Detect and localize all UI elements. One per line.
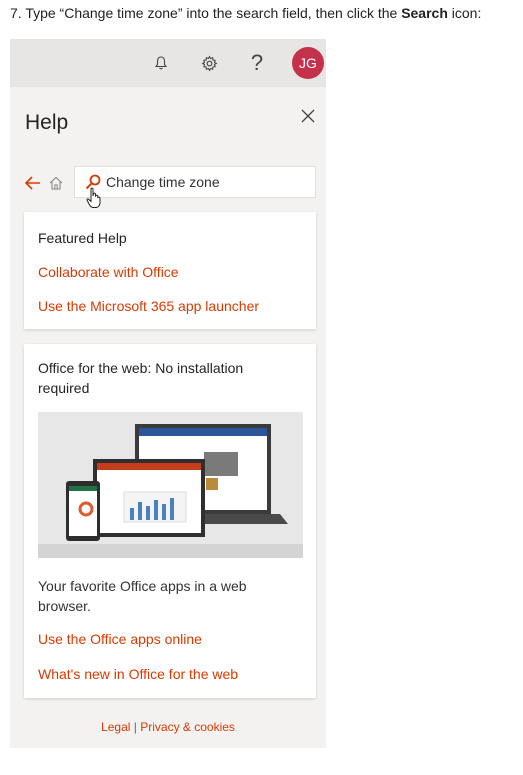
link-office-apps-online[interactable]: Use the Office apps online [38,631,202,647]
help-button[interactable]: ? [233,39,281,87]
settings-button[interactable] [185,39,233,87]
help-panel: ? JG Help Featured Help Collaborate with… [10,39,326,748]
link-collaborate[interactable]: Collaborate with Office [38,264,179,280]
avatar[interactable]: JG [292,47,324,79]
hand-cursor-icon [86,187,101,208]
instruction-suffix: icon: [447,5,482,21]
instruction-bold: Search [401,5,448,21]
office-web-card: Office for the web: No installation requ… [24,344,316,698]
top-bar: ? JG [10,39,326,87]
office-card-description: Your favorite Office apps in a web brows… [38,578,247,614]
privacy-link[interactable]: Privacy & cookies [140,720,235,734]
link-whats-new[interactable]: What's new in Office for the web [38,666,238,682]
instruction-text: 7. Type “Change time zone” into the sear… [10,5,481,21]
help-icon: ? [250,50,264,75]
gear-icon [200,54,218,72]
featured-help-card: Featured Help Collaborate with Office Us… [24,212,316,329]
bell-icon [154,56,168,70]
footer: Legal | Privacy & cookies [10,720,326,734]
page-title: Help [25,111,69,134]
footer-separator: | [133,720,137,734]
link-app-launcher[interactable]: Use the Microsoft 365 app launcher [38,298,259,314]
home-icon[interactable] [48,175,64,191]
notifications-button[interactable] [137,39,185,87]
back-arrow-icon[interactable] [24,174,42,192]
close-icon[interactable] [299,107,317,125]
featured-help-heading: Featured Help [38,230,127,246]
search-input[interactable] [106,172,306,192]
instruction-prefix: 7. Type “Change time zone” into the sear… [10,5,402,21]
office-card-heading: Office for the web: No installation requ… [38,360,244,396]
office-devices-illustration [38,412,303,558]
search-box [74,166,316,198]
legal-link[interactable]: Legal [101,720,130,734]
